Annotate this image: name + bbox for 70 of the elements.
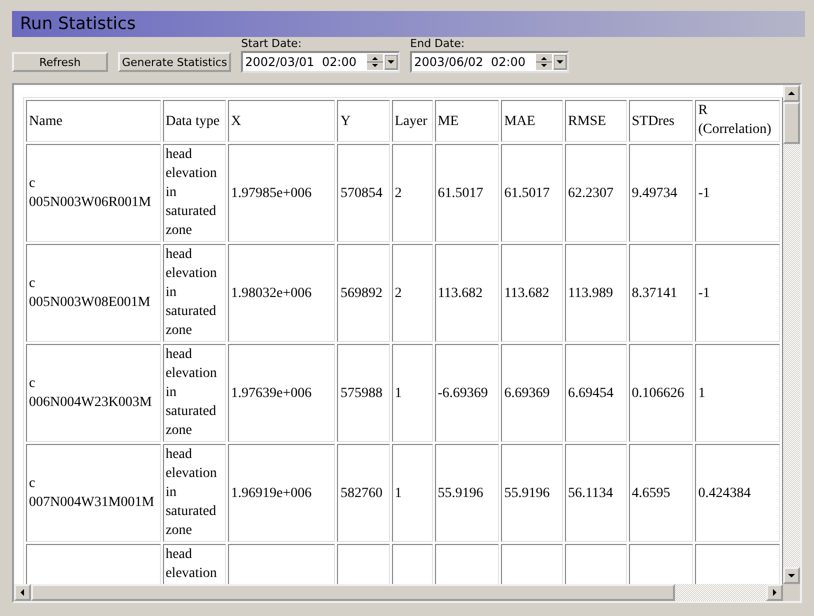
date-field[interactable]: 2002/03/01 02:00 xyxy=(241,51,400,73)
date-label: End Date: xyxy=(410,37,466,50)
column-header: Name xyxy=(26,100,161,142)
table-cell: 1.97639e+006 xyxy=(228,344,336,442)
table-cell: 0.424384 xyxy=(695,444,780,542)
column-header: STDres xyxy=(628,100,694,142)
scroll-left-icon[interactable] xyxy=(14,584,31,601)
table-cell: 4.6595 xyxy=(628,444,694,542)
table-cell: 56.1134 xyxy=(564,444,627,542)
table-cell: 8.37141 xyxy=(628,244,694,342)
date-label: Start Date: xyxy=(241,37,303,50)
scroll-up-icon[interactable] xyxy=(783,85,800,102)
spinner-icon[interactable] xyxy=(536,54,552,70)
table-cell: 575988 xyxy=(337,344,390,442)
table-cell: c 005N003W08E001M xyxy=(26,244,161,342)
table-cell: 62.2307 xyxy=(564,144,627,242)
table-cell: 570854 xyxy=(337,144,390,242)
date-field[interactable]: 2003/06/02 02:00 xyxy=(410,51,570,73)
column-header: RMSE xyxy=(564,100,627,142)
table-cell: 0.106626 xyxy=(628,344,694,442)
table-cell: 1.96919e+006 xyxy=(228,444,336,542)
table-cell: 2 xyxy=(392,144,433,242)
table-cell: 113.682 xyxy=(434,244,500,342)
scrollbar-corner xyxy=(783,584,800,601)
table-cell: 6.69369 xyxy=(501,344,563,442)
table-cell: 2 xyxy=(392,244,433,342)
generate-button[interactable]: Generate Statistics xyxy=(118,52,232,72)
scrollbar-thumb[interactable] xyxy=(31,584,675,601)
table-cell: head elevation in saturated zone xyxy=(162,144,226,242)
page-title: Run Statistics xyxy=(20,14,136,34)
table-cell: 55.9196 xyxy=(434,444,500,542)
table-cell: 1 xyxy=(392,344,433,442)
scrollbar-thumb[interactable] xyxy=(783,102,800,144)
table-cell: -1 xyxy=(695,244,780,342)
column-header: X xyxy=(228,100,336,142)
column-header: ME xyxy=(434,100,500,142)
table-cell: 569892 xyxy=(337,244,390,342)
horizontal-scrollbar[interactable] xyxy=(14,584,783,601)
table-cell: -1 xyxy=(695,144,780,242)
table-cell: 1.98032e+006 xyxy=(228,244,336,342)
table-cell: head elevation in saturated zone xyxy=(162,444,226,542)
table-cell: -6.69369 xyxy=(434,344,500,442)
column-header: Data type xyxy=(162,100,226,142)
table-cell: c 007N004W31M001M xyxy=(26,444,161,542)
vertical-scrollbar[interactable] xyxy=(783,85,800,584)
column-header: Layer xyxy=(392,100,433,142)
column-header: R (Correlation) xyxy=(695,100,780,142)
table-cell: 1.97985e+006 xyxy=(228,144,336,242)
table-cell: 113.989 xyxy=(564,244,627,342)
table-cell: head elevation in saturated zone xyxy=(162,244,226,342)
dropdown-caret-icon[interactable] xyxy=(384,54,398,70)
table-cell: 61.5017 xyxy=(501,144,563,242)
column-header: MAE xyxy=(501,100,563,142)
scroll-down-icon[interactable] xyxy=(783,567,800,584)
dropdown-caret-icon[interactable] xyxy=(553,54,568,70)
table-cell: 1 xyxy=(392,444,433,542)
table-cell: 582760 xyxy=(337,444,390,542)
table-cell: 55.9196 xyxy=(501,444,563,542)
table-cell: c 006N004W23K003M xyxy=(26,344,161,442)
table-cell: 9.49734 xyxy=(628,144,694,242)
table-cell: head elevation in saturated zone xyxy=(162,344,226,442)
table-cell: 1 xyxy=(695,344,780,442)
scroll-right-icon[interactable] xyxy=(766,584,783,601)
table-cell: 113.682 xyxy=(501,244,563,342)
table-cell: 61.5017 xyxy=(434,144,500,242)
table-cell: 6.69454 xyxy=(564,344,627,442)
table-cell: c 005N003W06R001M xyxy=(26,144,161,242)
column-header: Y xyxy=(337,100,390,142)
spinner-icon[interactable] xyxy=(367,54,384,70)
refresh-button[interactable]: Refresh xyxy=(12,52,108,72)
